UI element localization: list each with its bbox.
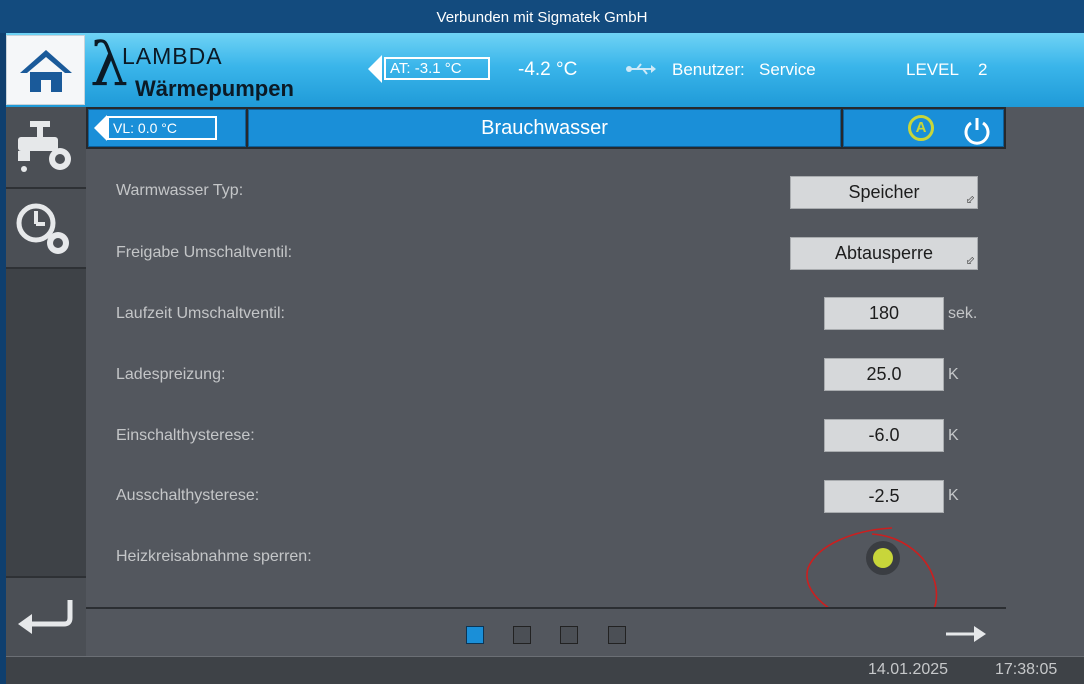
user-name: Service bbox=[759, 60, 816, 79]
ausschalthysterese-input[interactable]: -2.5 bbox=[824, 480, 944, 513]
einschalthysterese-unit: K bbox=[948, 427, 959, 444]
warmwasser-typ-value: Speicher bbox=[848, 182, 920, 202]
laufzeit-unit: sek. bbox=[948, 305, 978, 322]
page-indicator-4[interactable] bbox=[608, 626, 626, 644]
clock-gear-icon bbox=[16, 203, 69, 254]
logo-text-lambda: LAMBDA bbox=[122, 43, 223, 69]
user-label: Benutzer: bbox=[672, 60, 745, 79]
at-arrow-icon bbox=[368, 55, 382, 83]
freigabe-umschaltventil-dropdown[interactable]: Abtausperre ⬃ bbox=[790, 237, 978, 270]
ausschalthysterese-unit: K bbox=[948, 487, 959, 504]
logo-text-waermepumpen: Wärmepumpen bbox=[135, 76, 294, 101]
return-arrow-icon bbox=[18, 600, 73, 634]
back-button[interactable] bbox=[6, 576, 86, 658]
home-icon bbox=[20, 50, 72, 92]
dropdown-corner-icon: ⬃ bbox=[965, 255, 975, 267]
page-title: Brauchwasser bbox=[248, 109, 841, 147]
dropdown-corner-icon: ⬃ bbox=[965, 194, 975, 206]
sidebar bbox=[6, 107, 86, 658]
status-bar: 14.01.2025 17:38:05 bbox=[6, 656, 1084, 684]
warmwasser-typ-dropdown[interactable]: Speicher ⬃ bbox=[790, 176, 978, 209]
vl-arrow-icon bbox=[94, 115, 107, 141]
freigabe-umschaltventil-value: Abtausperre bbox=[834, 243, 934, 263]
laufzeit-input[interactable]: 180 bbox=[824, 297, 944, 330]
ladespreizung-label: Ladespreizung: bbox=[116, 366, 226, 383]
einschalthysterese-label: Einschalthysterese: bbox=[116, 427, 255, 444]
power-icon[interactable] bbox=[962, 115, 992, 145]
subheader-bar: VL: 0.0 °C Brauchwasser A bbox=[86, 107, 1006, 149]
flow-temp-panel: VL: 0.0 °C bbox=[88, 109, 246, 147]
usb-icon bbox=[625, 62, 657, 81]
right-panel bbox=[1006, 107, 1084, 656]
home-button[interactable] bbox=[6, 35, 85, 105]
page-indicator-1[interactable] bbox=[466, 626, 484, 644]
window-title: Verbunden mit Sigmatek GmbH bbox=[0, 0, 1084, 33]
status-date: 14.01.2025 bbox=[868, 661, 949, 678]
next-page-arrow-icon[interactable] bbox=[944, 620, 988, 648]
ladespreizung-unit: K bbox=[948, 366, 959, 383]
laufzeit-label: Laufzeit Umschaltventil: bbox=[116, 305, 285, 322]
control-panel: A bbox=[843, 109, 1004, 147]
freigabe-umschaltventil-label: Freigabe Umschaltventil: bbox=[116, 244, 293, 261]
page-indicator-2[interactable] bbox=[513, 626, 531, 644]
level-value: 2 bbox=[978, 60, 988, 79]
page-indicator-3[interactable] bbox=[560, 626, 578, 644]
sidebar-item-schedule[interactable] bbox=[6, 189, 86, 269]
warmwasser-typ-label: Warmwasser Typ: bbox=[116, 182, 244, 199]
sidebar-item-hot-water[interactable] bbox=[6, 107, 86, 189]
faucet-gear-icon bbox=[18, 121, 71, 172]
current-temperature: -4.2 °C bbox=[518, 59, 578, 80]
ausschalthysterese-label: Ausschalthysterese: bbox=[116, 487, 260, 504]
auto-mode-icon[interactable]: A bbox=[908, 115, 934, 141]
einschalthysterese-input[interactable]: -6.0 bbox=[824, 419, 944, 452]
heizkreisabnahme-label: Heizkreisabnahme sperren: bbox=[116, 548, 312, 565]
status-time: 17:38:05 bbox=[995, 661, 1058, 678]
level-label: LEVEL bbox=[906, 60, 959, 79]
outdoor-temperature-display: AT: -3.1 °C bbox=[384, 57, 490, 80]
flow-temperature-display: VL: 0.0 °C bbox=[107, 116, 217, 140]
ladespreizung-input[interactable]: 25.0 bbox=[824, 358, 944, 391]
pagination-bar bbox=[86, 607, 1006, 656]
